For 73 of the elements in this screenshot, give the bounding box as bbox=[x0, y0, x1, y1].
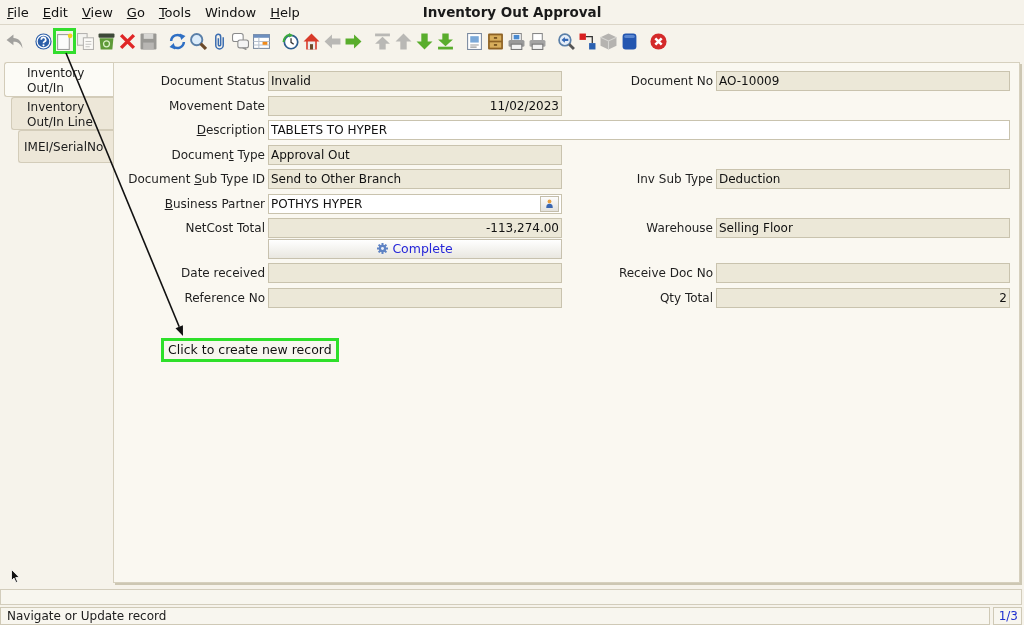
home-icon bbox=[303, 32, 320, 50]
text-field[interactable]: Selling Floor bbox=[716, 218, 1010, 238]
field-label: Movement Date bbox=[167, 97, 265, 115]
magnifier-icon bbox=[558, 32, 575, 50]
tooltip: Click to create new record bbox=[161, 338, 339, 362]
menu-item[interactable]: File bbox=[5, 2, 31, 22]
speech-bubbles-icon bbox=[232, 32, 249, 50]
field-label: Document Type bbox=[170, 146, 265, 164]
status-message: Navigate or Update record bbox=[0, 607, 990, 625]
field-label: Qty Total bbox=[658, 289, 713, 307]
person-icon bbox=[546, 199, 553, 208]
printer-icon bbox=[508, 32, 525, 50]
arrow-to-bottom-icon bbox=[437, 32, 454, 50]
text-field[interactable]: Approval Out bbox=[268, 144, 562, 165]
copy-icon bbox=[77, 32, 94, 50]
date-field[interactable] bbox=[268, 263, 562, 283]
document-icon bbox=[466, 32, 483, 50]
mouse-pointer-icon bbox=[11, 569, 20, 583]
cube-icon bbox=[600, 32, 617, 50]
field-label: Description bbox=[195, 122, 265, 139]
field-label: Business Partner bbox=[163, 195, 265, 213]
arrow-to-top-icon bbox=[374, 32, 391, 50]
field-label: Warehouse bbox=[645, 220, 713, 237]
menu-item[interactable]: Window bbox=[202, 2, 259, 22]
cross-icon bbox=[119, 32, 136, 50]
window-title: Inventory Out Approval bbox=[422, 4, 602, 20]
search-icon bbox=[190, 32, 207, 50]
trash-bin-icon bbox=[98, 32, 115, 50]
text-field[interactable]: AO-10009 bbox=[716, 71, 1010, 91]
menu-item[interactable]: Edit bbox=[40, 2, 70, 22]
field-label: Receive Doc No bbox=[617, 265, 713, 282]
rounded-tile-icon bbox=[621, 32, 638, 50]
complete-button[interactable]: Complete bbox=[268, 238, 562, 259]
tab[interactable]: IMEI/SerialNo bbox=[18, 130, 113, 163]
printer-icon bbox=[529, 32, 546, 50]
field-label: Inv Sub Type bbox=[635, 171, 713, 188]
table-icon bbox=[253, 32, 270, 50]
right-arrow-icon bbox=[345, 32, 362, 50]
close-icon bbox=[650, 32, 667, 50]
text-field[interactable]: Send to Other Branch bbox=[268, 169, 562, 189]
menu-item[interactable]: Go bbox=[124, 2, 147, 22]
clock-icon bbox=[282, 32, 299, 50]
gear-icon bbox=[377, 243, 389, 254]
squares-icon bbox=[579, 32, 596, 50]
search-field[interactable]: POTHYS HYPER bbox=[268, 193, 562, 214]
cabinet-icon bbox=[487, 32, 504, 50]
refresh-icon bbox=[169, 32, 186, 50]
menu-item[interactable]: Tools bbox=[156, 2, 193, 22]
blank-page-icon bbox=[56, 32, 73, 50]
date-field[interactable]: 11/02/2023 bbox=[268, 95, 562, 116]
menu-item[interactable]: View bbox=[79, 2, 115, 22]
number-field[interactable]: -113,274.00 bbox=[268, 218, 562, 238]
down-arrow-icon bbox=[416, 32, 433, 50]
undo-icon bbox=[6, 32, 23, 50]
text-field[interactable] bbox=[268, 287, 562, 308]
number-field[interactable]: 2 bbox=[716, 287, 1010, 308]
picker-button[interactable] bbox=[540, 195, 559, 212]
field-label: Document Status bbox=[159, 73, 265, 90]
text-field[interactable]: Invalid bbox=[268, 71, 562, 91]
text-field[interactable] bbox=[716, 263, 1010, 283]
field-label: Document No bbox=[629, 73, 713, 90]
menu-item[interactable]: Help bbox=[268, 2, 302, 22]
tab[interactable]: Inventory Out/In Line bbox=[11, 97, 113, 130]
field-label: NetCost Total bbox=[184, 220, 265, 237]
record-position: 1/3 bbox=[993, 607, 1022, 625]
help-icon bbox=[35, 32, 52, 50]
text-field[interactable]: TABLETS TO HYPER bbox=[268, 120, 1010, 140]
field-label: Document Sub Type ID bbox=[127, 171, 265, 188]
up-arrow-icon bbox=[395, 32, 412, 50]
left-arrow-icon bbox=[324, 32, 341, 50]
field-label: Date received bbox=[180, 265, 265, 282]
text-field[interactable]: Deduction bbox=[716, 169, 1010, 189]
field-label: Reference No bbox=[183, 289, 265, 307]
